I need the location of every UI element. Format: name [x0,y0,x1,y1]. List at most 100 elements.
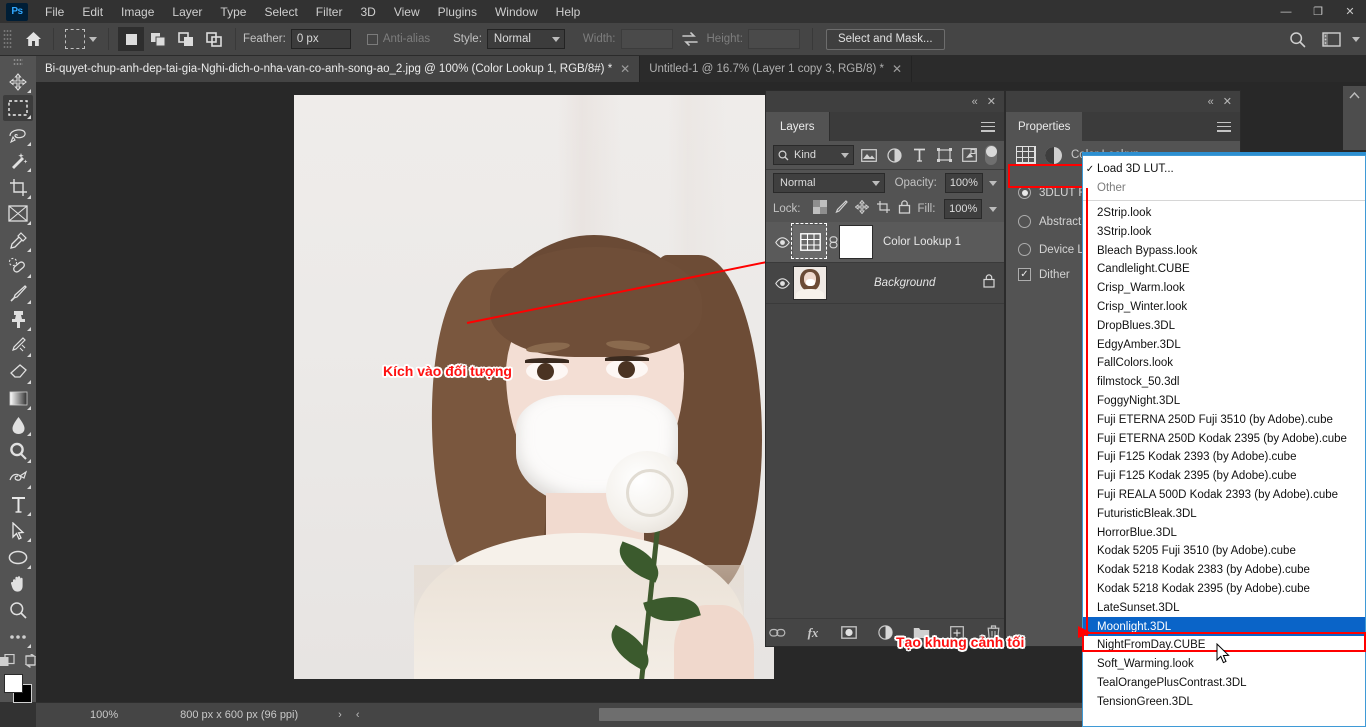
lut-item[interactable]: Candlelight.CUBE [1083,260,1365,279]
chevron-down-icon[interactable] [1352,37,1360,42]
gradient-tool[interactable] [3,386,33,412]
close-icon[interactable]: ✕ [1223,95,1232,108]
feather-input[interactable]: 0 px [291,29,351,49]
new-adjustment-layer-icon[interactable] [877,624,894,641]
workspace-icon[interactable] [1318,27,1344,51]
home-icon[interactable] [20,27,46,51]
width-input[interactable] [621,29,673,49]
dodge-tool[interactable] [3,438,33,464]
rectangular-marquee-tool[interactable] [3,95,33,121]
lut-item[interactable]: Crisp_Warm.look [1083,279,1365,298]
spot-healing-brush-tool[interactable] [3,254,33,280]
menu-layer[interactable]: Layer [163,2,211,22]
pen-tool[interactable] [3,465,33,491]
lut-item[interactable]: Fuji ETERNA 250D Kodak 2395 (by Adobe).c… [1083,429,1365,448]
opacity-value[interactable]: 100% [945,173,983,193]
minimize-button[interactable]: — [1270,0,1302,23]
close-button[interactable]: ✕ [1334,0,1366,23]
style-select[interactable]: Normal [487,29,565,49]
color-swatches[interactable] [3,674,33,702]
document-image[interactable] [294,95,774,679]
brush-tool[interactable] [3,280,33,306]
object-selection-tool[interactable] [3,148,33,174]
clone-stamp-tool[interactable] [3,306,33,332]
search-icon[interactable] [1284,27,1310,51]
layer-visibility-toggle[interactable] [771,237,793,248]
edit-toolbar-button[interactable] [3,623,33,649]
close-icon[interactable]: ✕ [987,95,996,108]
lock-artboard-icon[interactable] [876,200,891,219]
close-icon[interactable]: ✕ [892,62,902,76]
eyedropper-tool[interactable] [3,227,33,253]
type-tool[interactable] [3,491,33,517]
lut-item[interactable]: DropBlues.3DL [1083,316,1365,335]
height-input[interactable] [748,29,800,49]
eraser-tool[interactable] [3,359,33,385]
document-tab-2[interactable]: Untitled-1 @ 16.7% (Layer 1 copy 3, RGB/… [640,56,912,82]
lut-item[interactable]: FuturisticBleak.3DL [1083,504,1365,523]
history-brush-tool[interactable] [3,333,33,359]
chevron-down-icon[interactable] [89,37,97,42]
lut-item[interactable]: 3Strip.look [1083,222,1365,241]
menu-help[interactable]: Help [547,2,590,22]
adjustment-filter-icon[interactable] [885,145,904,165]
add-to-selection-button[interactable] [146,27,172,51]
menu-filter[interactable]: Filter [307,2,352,22]
shape-filter-icon[interactable] [935,145,954,165]
lut-item[interactable]: 2Strip.look [1083,204,1365,223]
lut-item[interactable]: Kodak 5218 Kodak 2383 (by Adobe).cube [1083,561,1365,580]
lut-menu-other[interactable]: Other [1083,179,1365,198]
new-selection-button[interactable] [118,27,144,51]
tab-properties[interactable]: Properties [1006,112,1082,141]
tool-preset-picker[interactable] [61,27,101,51]
zoom-tool[interactable] [3,597,33,623]
image-filter-icon[interactable] [860,145,879,165]
layer-mask-icon[interactable] [841,624,858,641]
collapse-icon[interactable]: « [1208,96,1214,108]
panel-scroll-up[interactable] [1343,86,1366,150]
status-expand-arrow[interactable]: › [338,709,342,721]
blend-mode-select[interactable]: Normal [773,173,885,193]
layer-style-icon[interactable]: fx [805,624,822,641]
layer-kind-select[interactable]: Kind [773,145,854,165]
zoom-level[interactable]: 100% [90,709,118,721]
lut-item[interactable]: filmstock_50.3dl [1083,373,1365,392]
panel-menu-icon[interactable] [1217,112,1240,141]
lut-item[interactable]: FallColors.look [1083,354,1365,373]
menu-3d[interactable]: 3D [351,2,384,22]
menu-select[interactable]: Select [255,2,306,22]
menu-window[interactable]: Window [486,2,547,22]
document-tab-active[interactable]: Bi-quyet-chup-anh-dep-tai-gia-Nghi-dich-… [36,56,640,82]
type-filter-icon[interactable] [910,145,929,165]
layer-row-background[interactable]: Background [766,263,1004,304]
subtract-from-selection-button[interactable] [174,27,200,51]
lock-image-pixels-icon[interactable] [834,200,848,219]
menu-file[interactable]: File [36,2,73,22]
menu-view[interactable]: View [385,2,429,22]
lut-menu-load-3d-lut[interactable]: ✓ Load 3D LUT... [1083,160,1365,179]
lut-item[interactable]: Fuji ETERNA 250D Fuji 3510 (by Adobe).cu… [1083,410,1365,429]
menu-image[interactable]: Image [112,2,163,22]
lock-all-icon[interactable] [898,200,911,219]
chevron-down-icon[interactable] [989,181,997,186]
move-tool[interactable] [3,69,33,95]
menu-edit[interactable]: Edit [73,2,112,22]
lut-item[interactable]: FoggyNight.3DL [1083,392,1365,411]
lut-item[interactable]: TealOrangePlusContrast.3DL [1083,674,1365,693]
foreground-color-swatch[interactable] [4,674,23,693]
layer-visibility-toggle[interactable] [771,278,793,289]
lut-item[interactable]: TensionGreen.3DL [1083,692,1365,711]
close-icon[interactable]: ✕ [620,62,630,76]
toolbar-grip[interactable] [13,58,23,66]
link-layers-icon[interactable] [769,624,786,641]
smartobject-filter-icon[interactable] [960,145,979,165]
layer-row-color-lookup[interactable]: Color Lookup 1 [766,222,1004,263]
hand-tool[interactable] [3,571,33,597]
lock-position-icon[interactable] [855,200,869,219]
lut-item[interactable]: Fuji F125 Kodak 2393 (by Adobe).cube [1083,448,1365,467]
intersect-selection-button[interactable] [202,27,228,51]
swap-icon[interactable] [677,27,703,51]
lut-item[interactable]: Kodak 5205 Fuji 3510 (by Adobe).cube [1083,542,1365,561]
layer-thumbnail-background[interactable] [793,266,827,300]
anti-alias-checkbox[interactable] [367,34,378,45]
